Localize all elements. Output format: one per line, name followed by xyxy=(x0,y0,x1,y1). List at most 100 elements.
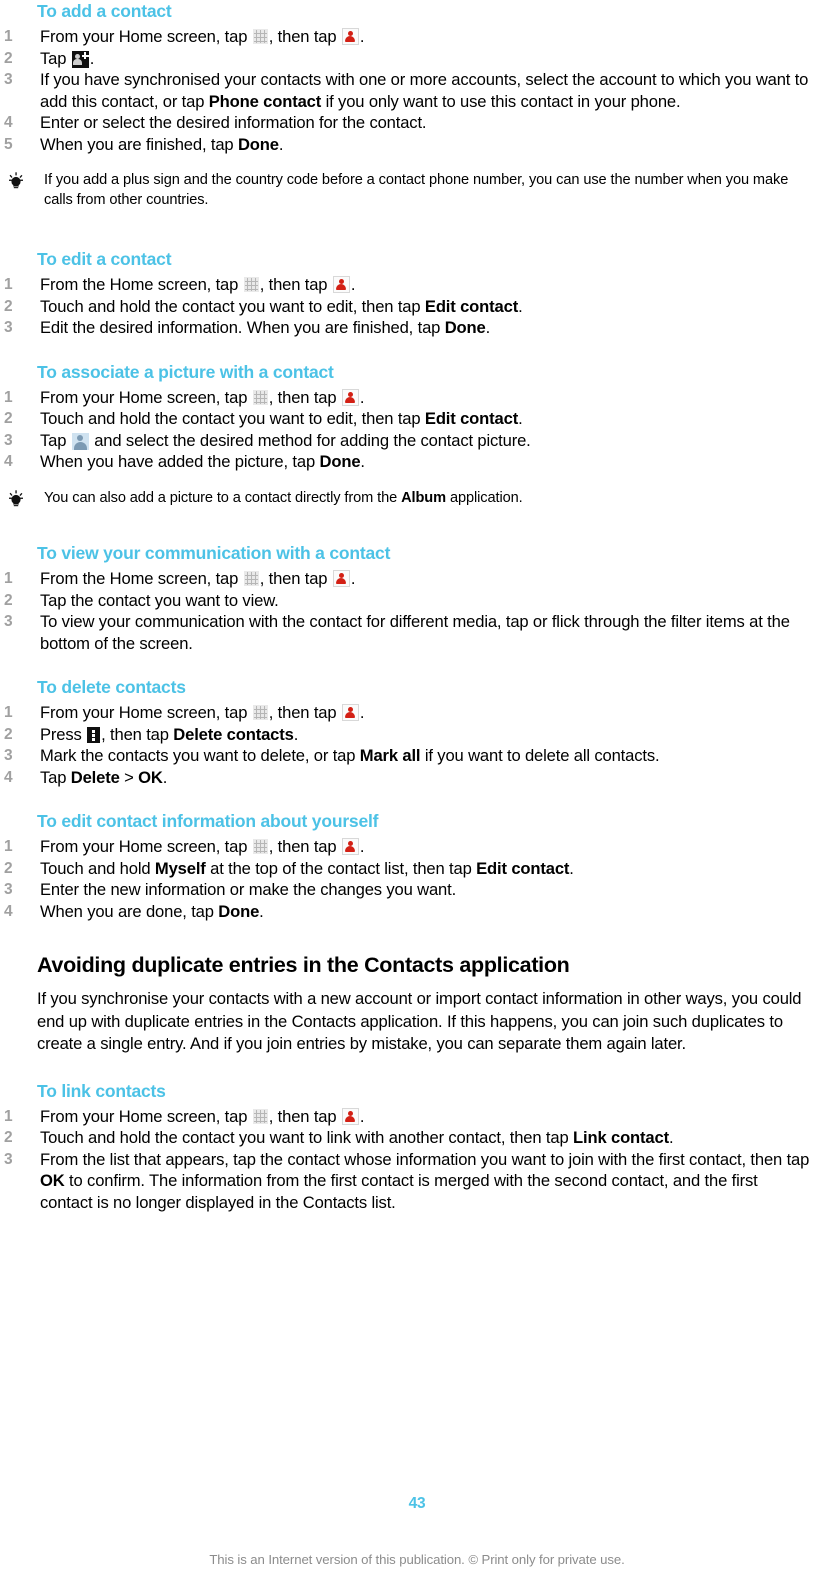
step-number: 3 xyxy=(4,881,13,898)
contacts-person-icon xyxy=(341,388,359,406)
step-item: 3 Tap and select the desired method for a… xyxy=(0,430,834,452)
emphasis-term: Delete xyxy=(70,767,120,787)
step-item: 3 If you have synchronised your contacts … xyxy=(0,69,834,112)
step-item: 2 Tap the contact you want to view. xyxy=(0,590,834,612)
tip-text: If you add a plus sign and the country c… xyxy=(44,172,789,208)
step-number: 3 xyxy=(4,1150,13,1168)
step-item: 3 To view your communication with the con… xyxy=(0,611,834,654)
options-menu-icon xyxy=(87,726,101,743)
associate-picture-step-list: 1 From your Home screen, tap , then tap .… xyxy=(0,387,834,473)
step-text: If you have synchronised your contacts w… xyxy=(40,70,809,111)
step-item: 3 From the list that appears, tap the con… xyxy=(0,1149,834,1214)
step-number: 3 xyxy=(4,747,13,764)
step-text: From your Home screen, tap , then tap . xyxy=(40,703,365,722)
step-item: 5 When you are finished, tap Done. xyxy=(0,134,834,156)
step-number: 4 xyxy=(4,768,13,786)
step-number: 1 xyxy=(4,28,13,45)
step-item: 2 Tap . xyxy=(0,48,834,70)
step-number: 2 xyxy=(4,591,13,609)
step-number: 2 xyxy=(4,859,13,877)
step-text: Touch and hold the contact you want to e… xyxy=(40,409,523,428)
step-number: 3 xyxy=(4,319,13,336)
emphasis-term: Done xyxy=(444,318,486,337)
emphasis-term: Delete contacts xyxy=(173,724,294,744)
emphasis-term: Done xyxy=(218,901,260,921)
step-text: From your Home screen, tap , then tap . xyxy=(40,837,365,856)
step-text: Mark the contacts you want to delete, or… xyxy=(40,746,660,765)
step-item: 2 Touch and hold the contact you want to … xyxy=(0,296,834,318)
step-text: Press , then tap Delete contacts. xyxy=(40,724,299,744)
emphasis-term: OK xyxy=(138,767,163,787)
step-number: 1 xyxy=(4,704,13,721)
tip-note: You can also add a picture to a contact … xyxy=(0,489,834,509)
step-item: 1 From your Home screen, tap , then tap . xyxy=(0,702,834,724)
step-text: Touch and hold the contact you want to l… xyxy=(40,1128,674,1148)
avatar-placeholder-icon xyxy=(71,432,89,450)
step-item: 1 From the Home screen, tap , then tap . xyxy=(0,274,834,296)
view-communication-step-list: 1 From the Home screen, tap , then tap . 2… xyxy=(0,568,834,654)
step-item: 1 From your Home screen, tap , then tap . xyxy=(0,26,834,48)
emphasis-term: Mark all xyxy=(359,746,421,765)
step-text: Tap . xyxy=(40,48,95,68)
add-contact-icon xyxy=(71,50,89,68)
step-text: When you are done, tap Done. xyxy=(40,901,264,921)
emphasis-term: OK xyxy=(40,1171,65,1191)
step-number: 3 xyxy=(4,613,13,630)
step-text: From the list that appears, tap the cont… xyxy=(40,1149,810,1212)
step-number: 4 xyxy=(4,114,13,131)
step-item: 2 Touch and hold the contact you want to … xyxy=(0,408,834,430)
contacts-person-icon xyxy=(341,838,359,855)
step-text: From your Home screen, tap , then tap . xyxy=(40,387,365,407)
step-number: 2 xyxy=(4,297,13,315)
add-contact-step-list: 1 From your Home screen, tap , then tap .… xyxy=(0,26,834,155)
step-item: 2 Press , then tap Delete contacts. xyxy=(0,724,834,746)
page-content: To add a contact 1 From your Home screen, … xyxy=(0,0,834,1213)
step-text: Enter the new information or make the ch… xyxy=(40,880,457,899)
step-text: To view your communication with the cont… xyxy=(40,612,790,653)
contacts-person-icon xyxy=(332,276,350,293)
step-text: Edit the desired information. When you a… xyxy=(40,318,491,337)
emphasis-term: Edit contact xyxy=(476,858,570,878)
step-item: 4 When you are done, tap Done. xyxy=(0,901,834,923)
step-number: 1 xyxy=(4,276,13,293)
step-number: 2 xyxy=(4,410,13,427)
step-text: Enter or select the desired information … xyxy=(40,113,427,132)
step-number: 4 xyxy=(4,902,13,920)
step-number: 1 xyxy=(4,570,13,587)
step-number: 1 xyxy=(4,388,13,406)
step-number: 2 xyxy=(4,1129,13,1147)
emphasis-term: Edit contact xyxy=(424,409,519,428)
step-number: 2 xyxy=(4,49,13,67)
edit-own-info-step-list: 1 From your Home screen, tap , then tap .… xyxy=(0,836,834,922)
edit-contact-step-list: 1 From the Home screen, tap , then tap . 2… xyxy=(0,274,834,339)
step-item: 1 From your Home screen, tap , then tap . xyxy=(0,1106,834,1128)
lightbulb-tip-icon xyxy=(5,489,27,508)
sub-heading-edit-contact: To edit a contact xyxy=(37,249,172,269)
emphasis-term: Phone contact xyxy=(208,91,322,111)
step-text: When you have added the picture, tap Don… xyxy=(40,452,365,471)
grid-icon xyxy=(243,277,259,292)
emphasis-term: Edit contact xyxy=(424,296,519,316)
sub-heading-view-communication: To view your communication with a contac… xyxy=(37,543,391,563)
step-text: Touch and hold the contact you want to e… xyxy=(40,296,523,316)
step-item: 4 When you have added the picture, tap Do… xyxy=(0,451,834,473)
emphasis-term: Done xyxy=(319,452,361,471)
step-item: 4 Tap Delete > OK. xyxy=(0,767,834,789)
sub-heading-add-contact: To add a contact xyxy=(37,1,172,21)
lightbulb-tip-icon xyxy=(5,172,27,190)
sub-heading-delete-contacts: To delete contacts xyxy=(37,677,186,697)
step-number: 2 xyxy=(4,725,13,743)
step-number: 3 xyxy=(4,431,13,449)
step-number: 3 xyxy=(4,71,13,88)
section-paragraph: If you synchronise your contacts with a … xyxy=(37,989,802,1054)
document-page: To add a contact 1 From your Home screen, … xyxy=(0,0,834,1590)
contacts-person-icon xyxy=(341,704,359,721)
grid-icon xyxy=(252,29,268,44)
link-contacts-step-list: 1 From your Home screen, tap , then tap .… xyxy=(0,1106,834,1214)
